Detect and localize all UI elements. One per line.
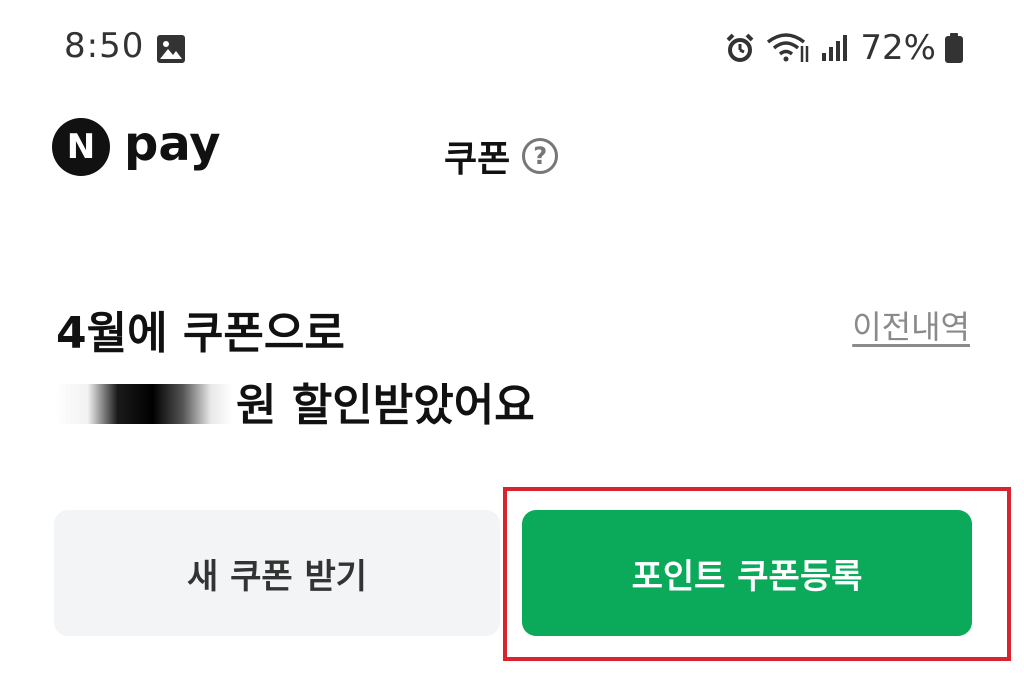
battery-icon <box>944 32 964 64</box>
register-point-coupon-button[interactable]: 포인트 쿠폰등록 <box>522 510 972 636</box>
summary-line-1: 4월에 쿠폰으로 <box>56 308 345 359</box>
status-icons: 72% <box>724 28 964 68</box>
gallery-icon <box>156 34 186 68</box>
app-header: N pay 쿠폰 ? <box>0 96 1024 206</box>
page-title-group: 쿠폰 ? <box>444 130 559 182</box>
battery-percentage: 72% <box>860 28 936 68</box>
wifi-icon <box>766 32 810 64</box>
masked-discount-amount <box>56 384 232 424</box>
get-new-coupon-button[interactable]: 새 쿠폰 받기 <box>54 510 500 636</box>
alarm-icon <box>724 32 756 64</box>
npay-n-icon: N <box>52 118 110 176</box>
page-title: 쿠폰 <box>444 139 511 180</box>
summary-line-2-text: 원 할인받았어요 <box>236 380 535 431</box>
history-link[interactable]: 이전내역 <box>852 302 970 348</box>
signal-icon <box>820 33 850 63</box>
status-bar: 8:50 72% <box>0 0 1024 96</box>
npay-logo-text: pay <box>124 116 221 172</box>
status-time: 8:50 <box>64 26 145 66</box>
help-icon[interactable]: ? <box>522 138 559 174</box>
summary-line-2: 원 할인받았어요 <box>56 370 535 442</box>
discount-summary: 4월에 쿠폰으로 원 할인받았어요 <box>56 298 535 442</box>
coupon-screen: 8:50 72% N pay 쿠폰 ? 4월에 쿠폰으로 원 할인받았어요 이전… <box>0 0 1024 698</box>
npay-logo[interactable]: N pay <box>52 116 221 176</box>
